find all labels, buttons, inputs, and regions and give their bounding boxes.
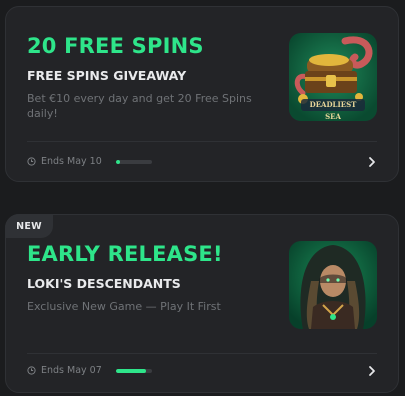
progress-fill — [116, 369, 146, 373]
ends-date: Ends May 10 — [41, 156, 102, 167]
deadliest-sea-game-thumbnail[interactable]: DEADLIEST SEA — [289, 33, 377, 121]
clock-icon — [27, 366, 36, 375]
promo-card-free-spins[interactable]: 20 FREE SPINS FREE SPINS GIVEAWAY Bet €1… — [5, 6, 399, 182]
new-badge: NEW — [5, 214, 53, 238]
promo-title: 20 FREE SPINS — [27, 34, 204, 58]
promo-description: Exclusive New Game — Play It First — [27, 300, 221, 313]
promo-title: EARLY RELEASE! — [27, 242, 223, 266]
progress-fill — [116, 160, 121, 164]
chevron-right-icon[interactable] — [367, 156, 377, 168]
promo-description: Bet €10 every day and get 20 Free Spins … — [27, 92, 252, 120]
progress-bar — [116, 369, 152, 373]
chevron-right-icon[interactable] — [367, 365, 377, 377]
lokis-descendants-game-thumbnail[interactable] — [289, 241, 377, 329]
promo-subtitle: LOKI'S DESCENDANTS — [27, 276, 181, 291]
promo-subtitle: FREE SPINS GIVEAWAY — [27, 68, 187, 83]
divider — [27, 141, 377, 142]
progress-bar — [116, 160, 152, 164]
clock-icon — [27, 157, 36, 166]
thumbnail-logo-text: DEADLIEST SEA — [309, 100, 357, 121]
promo-card-early-release[interactable]: EARLY RELEASE! LOKI'S DESCENDANTS Exclus… — [5, 214, 399, 393]
divider — [27, 353, 377, 354]
ends-date: Ends May 07 — [41, 365, 102, 376]
promo-footer: Ends May 07 — [27, 364, 377, 378]
promo-footer: Ends May 10 — [27, 155, 377, 169]
